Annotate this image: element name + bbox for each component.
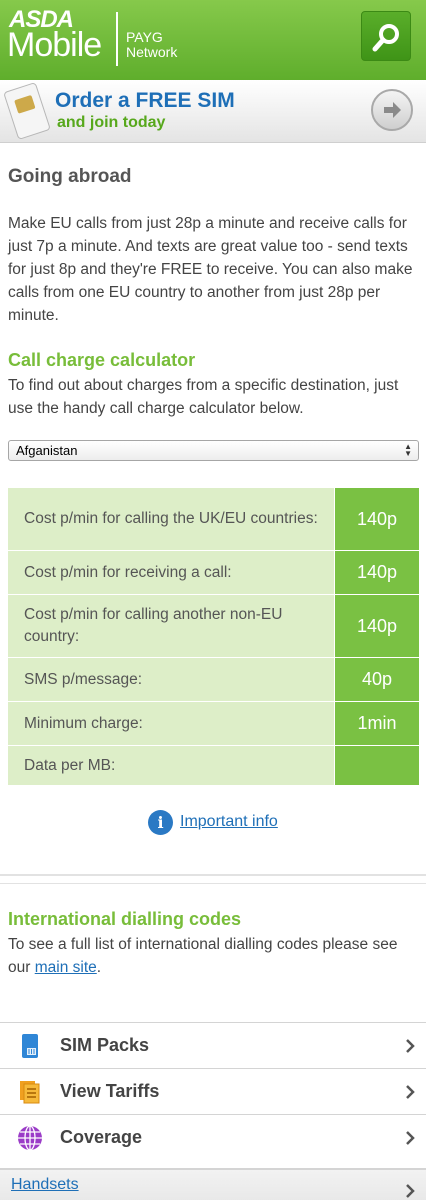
handsets-link-bar[interactable]: Handsets — [0, 1168, 426, 1200]
dialling-codes-heading: International dialling codes — [8, 909, 242, 929]
logo-divider — [116, 12, 118, 66]
table-row: Cost p/min for calling another non-EU co… — [8, 595, 419, 658]
sim-card-icon — [3, 81, 51, 141]
logo-payg-text: PAYG — [126, 29, 163, 45]
rate-label: Cost p/min for receiving a call: — [8, 551, 334, 594]
table-row: SMS p/message: 40p — [8, 658, 419, 702]
intro-text: Make EU calls from just 28p a minute and… — [8, 215, 413, 324]
rate-label: Cost p/min for calling another non-EU co… — [8, 595, 334, 657]
chevron-right-icon — [406, 1085, 415, 1099]
logo-network-text: Network — [126, 44, 178, 60]
main-site-link[interactable]: main site — [35, 959, 97, 976]
country-select[interactable]: Afganistan ▲ ▼ — [8, 440, 419, 461]
table-row: Cost p/min for calling the UK/EU countri… — [8, 488, 419, 551]
dialling-text-after: . — [96, 959, 102, 976]
site-header: ASDA Mobile PAYG Network — [0, 0, 426, 80]
chevron-right-icon — [406, 1131, 415, 1145]
logo-payg-network: PAYG Network — [126, 30, 177, 60]
calculator-heading: Call charge calculator — [8, 350, 196, 370]
arrow-right-circle-icon[interactable] — [371, 89, 413, 131]
chevron-right-icon — [406, 1184, 415, 1198]
rate-label: SMS p/message: — [8, 658, 334, 701]
dialling-codes-text: To see a full list of international dial… — [8, 933, 420, 979]
country-select-value: Afganistan — [16, 443, 78, 458]
menu-item-label: SIM Packs — [60, 1035, 150, 1055]
calculator-text: To find out about charges from a specifi… — [8, 377, 399, 417]
important-info-link[interactable]: i Important info — [148, 809, 278, 835]
menu-item-label: View Tariffs — [60, 1081, 160, 1101]
rates-table: Cost p/min for calling the UK/EU countri… — [8, 488, 419, 786]
menu-item-view-tariffs[interactable]: View Tariffs — [0, 1068, 426, 1114]
chevron-right-icon — [406, 1039, 415, 1053]
info-icon: i — [148, 809, 173, 835]
rate-value: 140p — [334, 488, 419, 550]
menu-item-sim-packs[interactable]: SIM Packs — [0, 1022, 426, 1068]
search-icon — [372, 24, 399, 52]
promo-title: Order a FREE SIM — [55, 89, 235, 112]
rate-label: Data per MB: — [8, 746, 334, 785]
table-row: Cost p/min for receiving a call: 140p — [8, 551, 419, 595]
bottom-menu: SIM Packs View Tariffs Coverage — [0, 1022, 426, 1160]
free-sim-banner[interactable]: Order a FREE SIM and join today — [0, 80, 426, 143]
tariffs-icon — [20, 1081, 40, 1104]
globe-icon — [18, 1125, 42, 1151]
menu-item-label: Coverage — [60, 1127, 143, 1147]
rate-value: 140p — [334, 595, 419, 657]
rate-value — [334, 746, 419, 785]
rate-label: Minimum charge: — [8, 702, 334, 745]
search-button[interactable] — [361, 11, 411, 61]
rate-value: 1min — [334, 702, 419, 745]
page-title: Going abroad — [8, 166, 132, 187]
section-divider — [0, 874, 426, 884]
menu-item-coverage[interactable]: Coverage — [0, 1114, 426, 1160]
sim-pack-icon — [22, 1034, 38, 1058]
rate-value: 140p — [334, 551, 419, 594]
important-info-text: Important info — [180, 813, 278, 830]
rate-label: Cost p/min for calling the UK/EU countri… — [8, 488, 334, 550]
promo-subtitle: and join today — [57, 114, 166, 131]
handsets-link[interactable]: Handsets — [11, 1176, 79, 1194]
rate-value: 40p — [334, 658, 419, 701]
logo-mobile: Mobile — [7, 26, 102, 64]
table-row: Minimum charge: 1min — [8, 702, 419, 746]
select-arrows-icon: ▲ ▼ — [404, 442, 412, 458]
table-row: Data per MB: — [8, 746, 419, 786]
